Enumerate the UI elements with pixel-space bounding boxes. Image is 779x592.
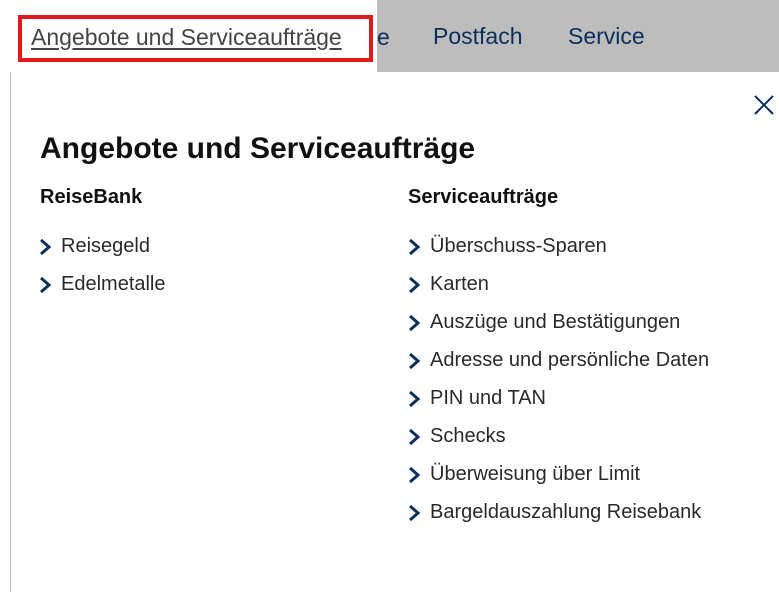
link-label: Überweisung über Limit bbox=[430, 463, 641, 485]
link-edelmetalle[interactable]: Edelmetalle bbox=[38, 270, 166, 298]
chevron-right-icon bbox=[409, 238, 421, 256]
chevron-right-icon bbox=[409, 314, 421, 332]
link-karten[interactable]: Karten bbox=[407, 270, 720, 298]
link-label: Schecks bbox=[430, 425, 506, 447]
chevron-right-icon bbox=[409, 466, 421, 484]
link-auszuege[interactable]: Auszüge und Bestätigungen bbox=[407, 308, 720, 336]
column-heading-serviceauftraege: Serviceaufträge bbox=[408, 186, 559, 208]
link-label: Edelmetalle bbox=[61, 273, 166, 295]
link-ueberweisung[interactable]: Überweisung über Limit bbox=[407, 460, 720, 488]
link-label: PIN und TAN bbox=[430, 387, 546, 409]
left-divider bbox=[10, 72, 11, 592]
nav-item-truncated[interactable]: e bbox=[377, 24, 391, 51]
column-heading-reisebank: ReiseBank bbox=[40, 186, 143, 208]
link-label: Bargeldauszahlung Reisebank bbox=[430, 501, 702, 523]
link-adresse[interactable]: Adresse und persönliche Daten bbox=[407, 346, 720, 374]
nav-item-angebote[interactable]: Angebote und Serviceaufträge bbox=[31, 24, 342, 51]
top-navigation: Angebote und Serviceaufträge e Postfach … bbox=[0, 0, 779, 72]
link-label: Adresse und persönliche Daten bbox=[430, 349, 710, 371]
reisebank-links: Reisegeld Edelmetalle bbox=[38, 232, 166, 308]
link-ueberschuss-sparen[interactable]: Überschuss-Sparen bbox=[407, 232, 720, 260]
link-label: Überschuss-Sparen bbox=[430, 235, 607, 257]
close-button[interactable] bbox=[749, 90, 779, 120]
chevron-right-icon bbox=[409, 390, 421, 408]
link-pin-tan[interactable]: PIN und TAN bbox=[407, 384, 720, 412]
chevron-right-icon bbox=[409, 428, 421, 446]
link-label: Auszüge und Bestätigungen bbox=[430, 311, 681, 333]
chevron-right-icon bbox=[40, 238, 52, 256]
link-label: Karten bbox=[430, 273, 489, 295]
nav-item-service[interactable]: Service bbox=[568, 23, 645, 50]
chevron-right-icon bbox=[40, 276, 52, 294]
link-schecks[interactable]: Schecks bbox=[407, 422, 720, 450]
chevron-right-icon bbox=[409, 276, 421, 294]
panel-title: Angebote und Serviceaufträge bbox=[40, 132, 476, 165]
link-bargeldauszahlung[interactable]: Bargeldauszahlung Reisebank bbox=[407, 498, 720, 526]
link-reisegeld[interactable]: Reisegeld bbox=[38, 232, 166, 260]
link-label: Reisegeld bbox=[61, 235, 150, 257]
close-icon bbox=[754, 95, 774, 115]
nav-item-postfach[interactable]: Postfach bbox=[433, 23, 523, 50]
chevron-right-icon bbox=[409, 504, 421, 522]
serviceauftraege-links: Überschuss-Sparen Karten Auszüge und Bes… bbox=[407, 232, 720, 536]
chevron-right-icon bbox=[409, 352, 421, 370]
